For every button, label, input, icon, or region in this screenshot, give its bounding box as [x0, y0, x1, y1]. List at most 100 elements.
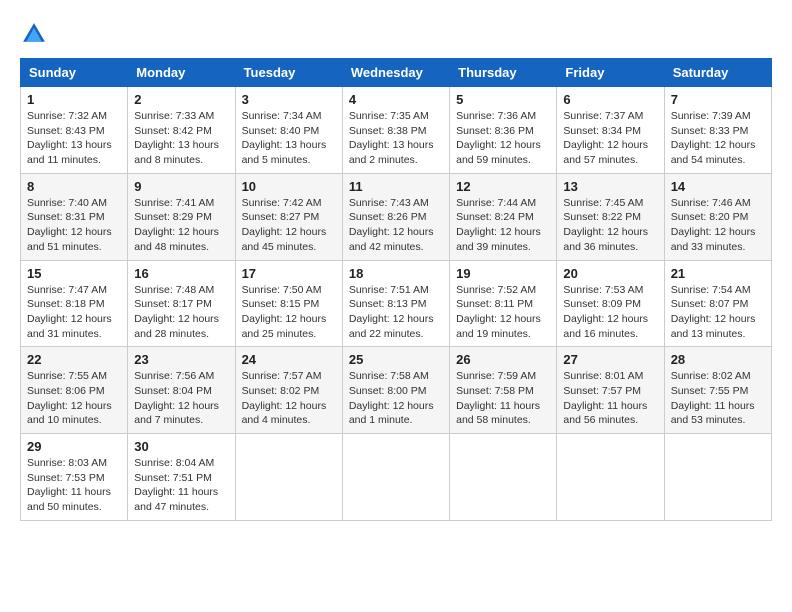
day-info: Sunrise: 7:52 AMSunset: 8:11 PMDaylight:…: [456, 283, 550, 342]
logo-icon: [20, 20, 48, 48]
day-number: 24: [242, 352, 336, 367]
day-number: 21: [671, 266, 765, 281]
day-number: 10: [242, 179, 336, 194]
day-number: 7: [671, 92, 765, 107]
day-cell: 29 Sunrise: 8:03 AMSunset: 7:53 PMDayligh…: [21, 434, 128, 521]
day-cell: 14 Sunrise: 7:46 AMSunset: 8:20 PMDayligh…: [664, 173, 771, 260]
day-cell: 10 Sunrise: 7:42 AMSunset: 8:27 PMDayligh…: [235, 173, 342, 260]
day-cell: 22 Sunrise: 7:55 AMSunset: 8:06 PMDayligh…: [21, 347, 128, 434]
day-number: 8: [27, 179, 121, 194]
day-info: Sunrise: 7:41 AMSunset: 8:29 PMDaylight:…: [134, 196, 228, 255]
day-info: Sunrise: 7:42 AMSunset: 8:27 PMDaylight:…: [242, 196, 336, 255]
day-info: Sunrise: 8:03 AMSunset: 7:53 PMDaylight:…: [27, 456, 121, 515]
day-number: 23: [134, 352, 228, 367]
day-info: Sunrise: 7:57 AMSunset: 8:02 PMDaylight:…: [242, 369, 336, 428]
day-info: Sunrise: 7:48 AMSunset: 8:17 PMDaylight:…: [134, 283, 228, 342]
day-cell: [664, 434, 771, 521]
day-number: 14: [671, 179, 765, 194]
day-number: 12: [456, 179, 550, 194]
day-number: 4: [349, 92, 443, 107]
day-info: Sunrise: 7:44 AMSunset: 8:24 PMDaylight:…: [456, 196, 550, 255]
day-cell: 1 Sunrise: 7:32 AMSunset: 8:43 PMDaylight…: [21, 87, 128, 174]
day-info: Sunrise: 8:01 AMSunset: 7:57 PMDaylight:…: [563, 369, 657, 428]
day-cell: 23 Sunrise: 7:56 AMSunset: 8:04 PMDayligh…: [128, 347, 235, 434]
logo: [20, 20, 52, 48]
day-number: 27: [563, 352, 657, 367]
day-cell: 24 Sunrise: 7:57 AMSunset: 8:02 PMDayligh…: [235, 347, 342, 434]
col-header-sunday: Sunday: [21, 59, 128, 87]
day-cell: 26 Sunrise: 7:59 AMSunset: 7:58 PMDayligh…: [450, 347, 557, 434]
day-info: Sunrise: 8:04 AMSunset: 7:51 PMDaylight:…: [134, 456, 228, 515]
day-number: 19: [456, 266, 550, 281]
day-number: 11: [349, 179, 443, 194]
day-info: Sunrise: 7:37 AMSunset: 8:34 PMDaylight:…: [563, 109, 657, 168]
day-cell: 18 Sunrise: 7:51 AMSunset: 8:13 PMDayligh…: [342, 260, 449, 347]
col-header-tuesday: Tuesday: [235, 59, 342, 87]
day-info: Sunrise: 7:39 AMSunset: 8:33 PMDaylight:…: [671, 109, 765, 168]
day-cell: 21 Sunrise: 7:54 AMSunset: 8:07 PMDayligh…: [664, 260, 771, 347]
day-cell: [450, 434, 557, 521]
day-number: 9: [134, 179, 228, 194]
day-number: 6: [563, 92, 657, 107]
day-cell: [557, 434, 664, 521]
day-cell: 8 Sunrise: 7:40 AMSunset: 8:31 PMDaylight…: [21, 173, 128, 260]
day-info: Sunrise: 7:36 AMSunset: 8:36 PMDaylight:…: [456, 109, 550, 168]
week-row-2: 8 Sunrise: 7:40 AMSunset: 8:31 PMDaylight…: [21, 173, 772, 260]
day-number: 17: [242, 266, 336, 281]
page-header: [20, 20, 772, 48]
day-info: Sunrise: 7:59 AMSunset: 7:58 PMDaylight:…: [456, 369, 550, 428]
day-info: Sunrise: 7:33 AMSunset: 8:42 PMDaylight:…: [134, 109, 228, 168]
day-cell: 5 Sunrise: 7:36 AMSunset: 8:36 PMDaylight…: [450, 87, 557, 174]
day-info: Sunrise: 7:50 AMSunset: 8:15 PMDaylight:…: [242, 283, 336, 342]
day-info: Sunrise: 7:35 AMSunset: 8:38 PMDaylight:…: [349, 109, 443, 168]
day-cell: 15 Sunrise: 7:47 AMSunset: 8:18 PMDayligh…: [21, 260, 128, 347]
day-info: Sunrise: 7:45 AMSunset: 8:22 PMDaylight:…: [563, 196, 657, 255]
day-cell: 16Sunrise: 7:48 AMSunset: 8:17 PMDayligh…: [128, 260, 235, 347]
day-info: Sunrise: 7:47 AMSunset: 8:18 PMDaylight:…: [27, 283, 121, 342]
day-cell: 13 Sunrise: 7:45 AMSunset: 8:22 PMDayligh…: [557, 173, 664, 260]
day-info: Sunrise: 7:55 AMSunset: 8:06 PMDaylight:…: [27, 369, 121, 428]
week-row-4: 22 Sunrise: 7:55 AMSunset: 8:06 PMDayligh…: [21, 347, 772, 434]
calendar-table: SundayMondayTuesdayWednesdayThursdayFrid…: [20, 58, 772, 521]
day-cell: 11Sunrise: 7:43 AMSunset: 8:26 PMDayligh…: [342, 173, 449, 260]
day-info: Sunrise: 7:58 AMSunset: 8:00 PMDaylight:…: [349, 369, 443, 428]
col-header-monday: Monday: [128, 59, 235, 87]
day-number: 3: [242, 92, 336, 107]
calendar-header-row: SundayMondayTuesdayWednesdayThursdayFrid…: [21, 59, 772, 87]
day-number: 30: [134, 439, 228, 454]
col-header-saturday: Saturday: [664, 59, 771, 87]
col-header-thursday: Thursday: [450, 59, 557, 87]
day-cell: 2Sunrise: 7:33 AMSunset: 8:42 PMDaylight…: [128, 87, 235, 174]
day-info: Sunrise: 7:40 AMSunset: 8:31 PMDaylight:…: [27, 196, 121, 255]
day-cell: 19 Sunrise: 7:52 AMSunset: 8:11 PMDayligh…: [450, 260, 557, 347]
day-cell: 3 Sunrise: 7:34 AMSunset: 8:40 PMDaylight…: [235, 87, 342, 174]
col-header-friday: Friday: [557, 59, 664, 87]
day-cell: 28Sunrise: 8:02 AMSunset: 7:55 PMDayligh…: [664, 347, 771, 434]
day-cell: 25 Sunrise: 7:58 AMSunset: 8:00 PMDayligh…: [342, 347, 449, 434]
week-row-5: 29 Sunrise: 8:03 AMSunset: 7:53 PMDayligh…: [21, 434, 772, 521]
day-info: Sunrise: 7:56 AMSunset: 8:04 PMDaylight:…: [134, 369, 228, 428]
day-number: 13: [563, 179, 657, 194]
day-number: 5: [456, 92, 550, 107]
day-cell: [235, 434, 342, 521]
week-row-3: 15 Sunrise: 7:47 AMSunset: 8:18 PMDayligh…: [21, 260, 772, 347]
day-number: 28: [671, 352, 765, 367]
day-cell: 4 Sunrise: 7:35 AMSunset: 8:38 PMDaylight…: [342, 87, 449, 174]
day-cell: 27 Sunrise: 8:01 AMSunset: 7:57 PMDayligh…: [557, 347, 664, 434]
day-number: 26: [456, 352, 550, 367]
day-info: Sunrise: 7:51 AMSunset: 8:13 PMDaylight:…: [349, 283, 443, 342]
day-number: 18: [349, 266, 443, 281]
day-number: 1: [27, 92, 121, 107]
day-info: Sunrise: 7:53 AMSunset: 8:09 PMDaylight:…: [563, 283, 657, 342]
day-number: 29: [27, 439, 121, 454]
day-info: Sunrise: 7:32 AMSunset: 8:43 PMDaylight:…: [27, 109, 121, 168]
day-info: Sunrise: 7:34 AMSunset: 8:40 PMDaylight:…: [242, 109, 336, 168]
col-header-wednesday: Wednesday: [342, 59, 449, 87]
day-number: 15: [27, 266, 121, 281]
day-number: 22: [27, 352, 121, 367]
day-cell: 30 Sunrise: 8:04 AMSunset: 7:51 PMDayligh…: [128, 434, 235, 521]
day-info: Sunrise: 7:46 AMSunset: 8:20 PMDaylight:…: [671, 196, 765, 255]
day-cell: 17 Sunrise: 7:50 AMSunset: 8:15 PMDayligh…: [235, 260, 342, 347]
day-number: 25: [349, 352, 443, 367]
day-info: Sunrise: 7:54 AMSunset: 8:07 PMDaylight:…: [671, 283, 765, 342]
